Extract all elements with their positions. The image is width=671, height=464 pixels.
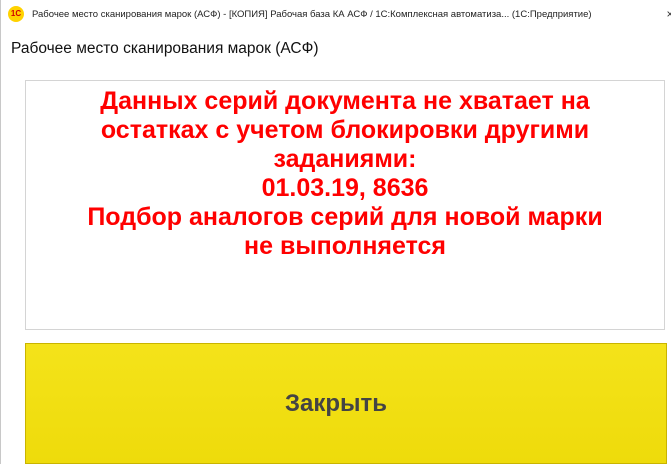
close-button-label: Закрыть (284, 389, 388, 417)
error-message-line: остатках с учетом блокировки другими (100, 116, 590, 144)
error-message-line: не выполняется (244, 232, 446, 260)
error-message: Данных серий документа не хватает на ост… (26, 87, 664, 261)
app-window: 1С Рабочее место сканирования марок (АСФ… (0, 0, 671, 464)
error-message-line: Подбор аналогов серий для новой марки (87, 203, 603, 231)
error-message-line: заданиями: (273, 145, 417, 173)
close-button[interactable]: Закрыть (25, 343, 667, 464)
error-message-line: 01.03.19, 8636 (261, 174, 429, 202)
form-title: Рабочее место сканирования марок (АСФ) (11, 40, 319, 57)
error-message-line: Данных серий документа не хватает на (100, 87, 590, 115)
close-icon[interactable]: × (664, 7, 671, 21)
1c-app-icon: 1С (8, 6, 24, 22)
window-titlebar[interactable]: 1С Рабочее место сканирования марок (АСФ… (1, 0, 671, 28)
message-box: Данных серий документа не хватает на ост… (25, 80, 665, 330)
window-title: Рабочее место сканирования марок (АСФ) -… (32, 8, 592, 20)
